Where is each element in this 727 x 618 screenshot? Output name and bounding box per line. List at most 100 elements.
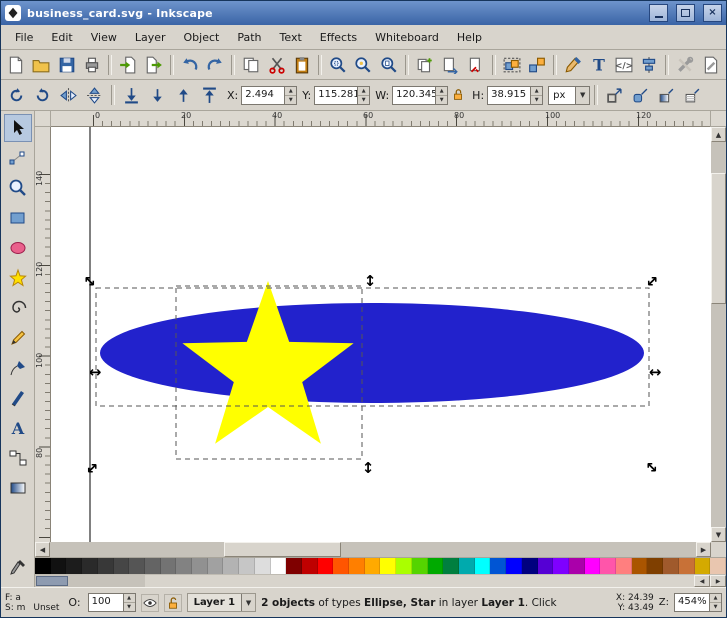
- palette-swatch[interactable]: [412, 558, 428, 574]
- redo-button[interactable]: [203, 52, 227, 77]
- palette-scroll-thumb[interactable]: [36, 576, 68, 586]
- palette-swatch[interactable]: [208, 558, 224, 574]
- palette-swatch[interactable]: [647, 558, 663, 574]
- fill-stroke-dialog-button[interactable]: [561, 52, 585, 77]
- save-button[interactable]: [55, 52, 79, 77]
- close-button[interactable]: ×: [703, 4, 722, 22]
- palette-swatch[interactable]: [428, 558, 444, 574]
- title-bar[interactable]: business_card.svg - Inkscape ×: [1, 1, 726, 25]
- scale-handle-top[interactable]: ↕: [364, 272, 377, 290]
- unlink-clone-button[interactable]: [463, 52, 487, 77]
- menu-effects[interactable]: Effects: [312, 28, 365, 47]
- zoom-value[interactable]: 454%: [675, 594, 709, 611]
- horizontal-ruler[interactable]: 0 20 40 60 80 100 120: [51, 111, 710, 127]
- paste-button[interactable]: [290, 52, 314, 77]
- move-gradients-toggle[interactable]: [654, 83, 679, 108]
- menu-path[interactable]: Path: [229, 28, 269, 47]
- fill-indicator[interactable]: F: a: [5, 593, 59, 603]
- x-spin-down[interactable]: ▼: [285, 95, 296, 104]
- y-input[interactable]: 115.281▲▼: [314, 86, 370, 105]
- w-spin-down[interactable]: ▼: [436, 95, 447, 104]
- import-button[interactable]: [116, 52, 140, 77]
- tool-text[interactable]: A: [4, 414, 32, 442]
- palette-swatch[interactable]: [66, 558, 82, 574]
- scale-handle-top-left[interactable]: ↔: [79, 270, 101, 292]
- scale-handle-left[interactable]: ↔: [89, 363, 102, 381]
- zoom-input[interactable]: 454%▲▼: [674, 593, 722, 612]
- palette-swatch[interactable]: [223, 558, 239, 574]
- tool-zoom[interactable]: [4, 174, 32, 202]
- ungroup-button[interactable]: [525, 52, 549, 77]
- palette-swatch[interactable]: [82, 558, 98, 574]
- palette-swatch[interactable]: [585, 558, 601, 574]
- palette-swatch[interactable]: [538, 558, 554, 574]
- cut-button[interactable]: [264, 52, 288, 77]
- w-input[interactable]: 120.345▲▼: [392, 86, 448, 105]
- scroll-left-icon[interactable]: ◀: [35, 542, 50, 557]
- flip-vertical-button[interactable]: [82, 83, 107, 108]
- scroll-up-icon[interactable]: ▲: [711, 127, 726, 142]
- current-layer[interactable]: Layer 1: [188, 595, 241, 610]
- tool-spiral[interactable]: [4, 294, 32, 322]
- vertical-ruler[interactable]: 140 120 100 80: [35, 127, 51, 542]
- palette-scroll-right-icon[interactable]: ▶: [710, 575, 726, 587]
- layer-selector[interactable]: Layer 1 ▼: [187, 593, 256, 612]
- palette-swatch[interactable]: [129, 558, 145, 574]
- tool-ellipse[interactable]: [4, 234, 32, 262]
- align-dialog-button[interactable]: [637, 52, 661, 77]
- undo-button[interactable]: [178, 52, 202, 77]
- menu-object[interactable]: Object: [176, 28, 228, 47]
- w-spin-up[interactable]: ▲: [436, 87, 447, 95]
- palette-swatch[interactable]: [443, 558, 459, 574]
- zoom-spin-down[interactable]: ▼: [710, 602, 721, 611]
- h-spin-down[interactable]: ▼: [531, 95, 542, 104]
- scale-handle-bottom[interactable]: ↕: [362, 459, 375, 477]
- palette-swatch[interactable]: [239, 558, 255, 574]
- palette-swatch[interactable]: [51, 558, 67, 574]
- vertical-scrollbar[interactable]: ▲ ▼: [711, 127, 726, 542]
- print-button[interactable]: [80, 52, 104, 77]
- horizontal-scrollbar[interactable]: ◀ ▶: [35, 542, 726, 557]
- palette-swatch[interactable]: [35, 558, 51, 574]
- palette-swatch[interactable]: [569, 558, 585, 574]
- zoom-spin-up[interactable]: ▲: [710, 594, 721, 602]
- palette-swatch[interactable]: [695, 558, 711, 574]
- h-value[interactable]: 38.915: [488, 87, 530, 104]
- lower-button[interactable]: [145, 83, 170, 108]
- palette-scrollbar[interactable]: ◀ ▶: [35, 574, 726, 587]
- open-button[interactable]: [29, 52, 53, 77]
- stroke-indicator[interactable]: S: m: [5, 603, 25, 613]
- y-spin-up[interactable]: ▲: [358, 87, 369, 95]
- h-spin-up[interactable]: ▲: [531, 87, 542, 95]
- menu-edit[interactable]: Edit: [43, 28, 80, 47]
- xml-editor-button[interactable]: </>: [612, 52, 636, 77]
- vertical-scroll-thumb[interactable]: [711, 173, 726, 304]
- scale-handle-top-right[interactable]: ↔: [641, 270, 663, 292]
- tool-gradient[interactable]: [4, 474, 32, 502]
- scale-handle-right[interactable]: ↔: [649, 363, 662, 381]
- lower-to-bottom-button[interactable]: [119, 83, 144, 108]
- maximize-button[interactable]: [676, 4, 695, 22]
- y-spin-down[interactable]: ▼: [358, 95, 369, 104]
- palette-swatch[interactable]: [145, 558, 161, 574]
- units-select[interactable]: px▼: [548, 86, 590, 105]
- palette-swatch[interactable]: [98, 558, 114, 574]
- flip-horizontal-button[interactable]: [56, 83, 81, 108]
- group-button[interactable]: [500, 52, 524, 77]
- tool-pen[interactable]: [4, 354, 32, 382]
- palette-swatch[interactable]: [459, 558, 475, 574]
- raise-button[interactable]: [171, 83, 196, 108]
- palette-swatch[interactable]: [318, 558, 334, 574]
- opacity-value[interactable]: 100: [89, 594, 123, 611]
- y-value[interactable]: 115.281: [315, 87, 357, 104]
- menu-layer[interactable]: Layer: [127, 28, 174, 47]
- opacity-spin-up[interactable]: ▲: [124, 594, 135, 602]
- palette-swatch[interactable]: [302, 558, 318, 574]
- palette-swatch[interactable]: [365, 558, 381, 574]
- document-properties-button[interactable]: [699, 52, 723, 77]
- palette-swatch[interactable]: [522, 558, 538, 574]
- tool-selector[interactable]: [4, 114, 32, 142]
- copy-button[interactable]: [239, 52, 263, 77]
- scroll-down-icon[interactable]: ▼: [711, 527, 726, 542]
- h-input[interactable]: 38.915▲▼: [487, 86, 543, 105]
